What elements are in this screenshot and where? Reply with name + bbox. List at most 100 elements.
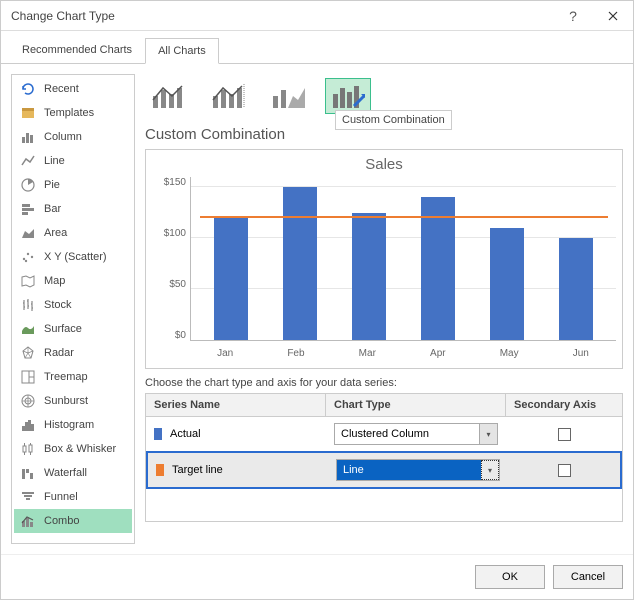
funnel-icon [20, 489, 36, 505]
header-chart-type: Chart Type [326, 394, 506, 416]
plot-area [190, 177, 616, 341]
bar [283, 187, 317, 340]
sidebar-item-label: X Y (Scatter) [44, 251, 107, 263]
sidebar-item-sunburst[interactable]: Sunburst [14, 389, 132, 413]
tab-all-charts[interactable]: All Charts [145, 38, 219, 64]
sidebar-item-label: Surface [44, 323, 82, 335]
sidebar-item-stock[interactable]: Stock [14, 293, 132, 317]
close-icon [608, 11, 618, 21]
area-icon [20, 225, 36, 241]
map-icon [20, 273, 36, 289]
sidebar-item-label: Map [44, 275, 65, 287]
sidebar-item-line[interactable]: Line [14, 149, 132, 173]
waterfall-icon [20, 465, 36, 481]
sidebar-item-pie[interactable]: Pie [14, 173, 132, 197]
sidebar-item-combo[interactable]: Combo [14, 509, 132, 533]
combo-icon [20, 513, 36, 529]
chart-title: Sales [152, 156, 616, 173]
chevron-down-icon: ▾ [481, 460, 499, 480]
column-icon [20, 129, 36, 145]
sidebar-item-histogram[interactable]: Histogram [14, 413, 132, 437]
legend-swatch [154, 428, 162, 440]
sidebar-item-surface[interactable]: Surface [14, 317, 132, 341]
main-panel: Custom Combination Custom Combination Sa… [145, 74, 623, 544]
sidebar-item-bar[interactable]: Bar [14, 197, 132, 221]
tab-strip: Recommended Charts All Charts [1, 31, 633, 64]
legend-swatch [156, 464, 164, 476]
sidebar-item-label: Treemap [44, 371, 88, 383]
combo-subtype-3[interactable] [265, 78, 311, 114]
radar-icon [20, 345, 36, 361]
target-line [200, 216, 608, 218]
bar [352, 213, 386, 340]
sidebar-item-treemap[interactable]: Treemap [14, 365, 132, 389]
bar-icon [20, 201, 36, 217]
sidebar-item-scatter[interactable]: X Y (Scatter) [14, 245, 132, 269]
sidebar-item-boxwhisker[interactable]: Box & Whisker [14, 437, 132, 461]
chart-type-dropdown-target[interactable]: Line▾ [336, 459, 500, 481]
sidebar-item-label: Funnel [44, 491, 78, 503]
y-axis-labels: $150 $100 $50 $0 [152, 177, 190, 357]
header-secondary-axis: Secondary Axis [506, 394, 622, 416]
sidebar-item-label: Radar [44, 347, 74, 359]
combo-subtype-2[interactable] [205, 78, 251, 114]
help-button[interactable]: ? [553, 1, 593, 31]
bar [559, 238, 593, 340]
close-button[interactable] [593, 1, 633, 31]
window-title: Change Chart Type [11, 9, 553, 23]
sidebar-item-templates[interactable]: Templates [14, 101, 132, 125]
sidebar-item-label: Box & Whisker [44, 443, 116, 455]
stock-icon [20, 297, 36, 313]
secondary-axis-checkbox-target[interactable] [558, 464, 571, 477]
chart-preview: Sales $150 $100 $50 $0 JanFebMarAprMayJu… [145, 149, 623, 369]
sidebar-item-label: Stock [44, 299, 72, 311]
combo-subtype-custom[interactable] [325, 78, 371, 114]
boxwhisker-icon [20, 441, 36, 457]
recent-icon [20, 81, 36, 97]
pie-icon [20, 177, 36, 193]
series-instruction: Choose the chart type and axis for your … [145, 377, 623, 389]
series-table: Series Name Chart Type Secondary Axis Ac… [145, 393, 623, 522]
scatter-icon [20, 249, 36, 265]
secondary-axis-checkbox-actual[interactable] [558, 428, 571, 441]
series-name: Actual [170, 428, 201, 440]
sidebar-item-label: Area [44, 227, 67, 239]
header-series-name: Series Name [146, 394, 326, 416]
sidebar-item-map[interactable]: Map [14, 269, 132, 293]
series-row-target[interactable]: Target line Line▾ [146, 451, 622, 489]
sidebar-item-label: Histogram [44, 419, 94, 431]
sidebar-item-label: Sunburst [44, 395, 88, 407]
dialog-footer: OK Cancel [1, 554, 633, 599]
sidebar-item-label: Bar [44, 203, 61, 215]
sidebar-item-label: Column [44, 131, 82, 143]
sidebar-item-column[interactable]: Column [14, 125, 132, 149]
histogram-icon [20, 417, 36, 433]
line-icon [20, 153, 36, 169]
bar [490, 228, 524, 340]
series-header: Series Name Chart Type Secondary Axis [146, 394, 622, 416]
sidebar-item-label: Pie [44, 179, 60, 191]
x-axis-labels: JanFebMarAprMayJun [190, 348, 616, 359]
series-name: Target line [172, 464, 223, 476]
chart-type-dropdown-actual[interactable]: Clustered Column▾ [334, 423, 498, 445]
chevron-down-icon: ▾ [479, 424, 497, 444]
cancel-button[interactable]: Cancel [553, 565, 623, 589]
title-bar: Change Chart Type ? [1, 1, 633, 31]
sidebar-item-label: Combo [44, 515, 79, 527]
combo-subtype-1[interactable] [145, 78, 191, 114]
sidebar-item-radar[interactable]: Radar [14, 341, 132, 365]
treemap-icon [20, 369, 36, 385]
templates-icon [20, 105, 36, 121]
sidebar-item-area[interactable]: Area [14, 221, 132, 245]
sidebar-item-label: Templates [44, 107, 94, 119]
chart-category-sidebar: Recent Templates Column Line Pie Bar Are… [11, 74, 135, 544]
sidebar-item-label: Waterfall [44, 467, 87, 479]
sidebar-item-recent[interactable]: Recent [14, 77, 132, 101]
series-row-actual[interactable]: Actual Clustered Column▾ [146, 416, 622, 451]
bar [421, 197, 455, 340]
ok-button[interactable]: OK [475, 565, 545, 589]
tab-recommended[interactable]: Recommended Charts [9, 37, 145, 63]
sidebar-item-funnel[interactable]: Funnel [14, 485, 132, 509]
sidebar-item-waterfall[interactable]: Waterfall [14, 461, 132, 485]
sidebar-item-label: Line [44, 155, 65, 167]
